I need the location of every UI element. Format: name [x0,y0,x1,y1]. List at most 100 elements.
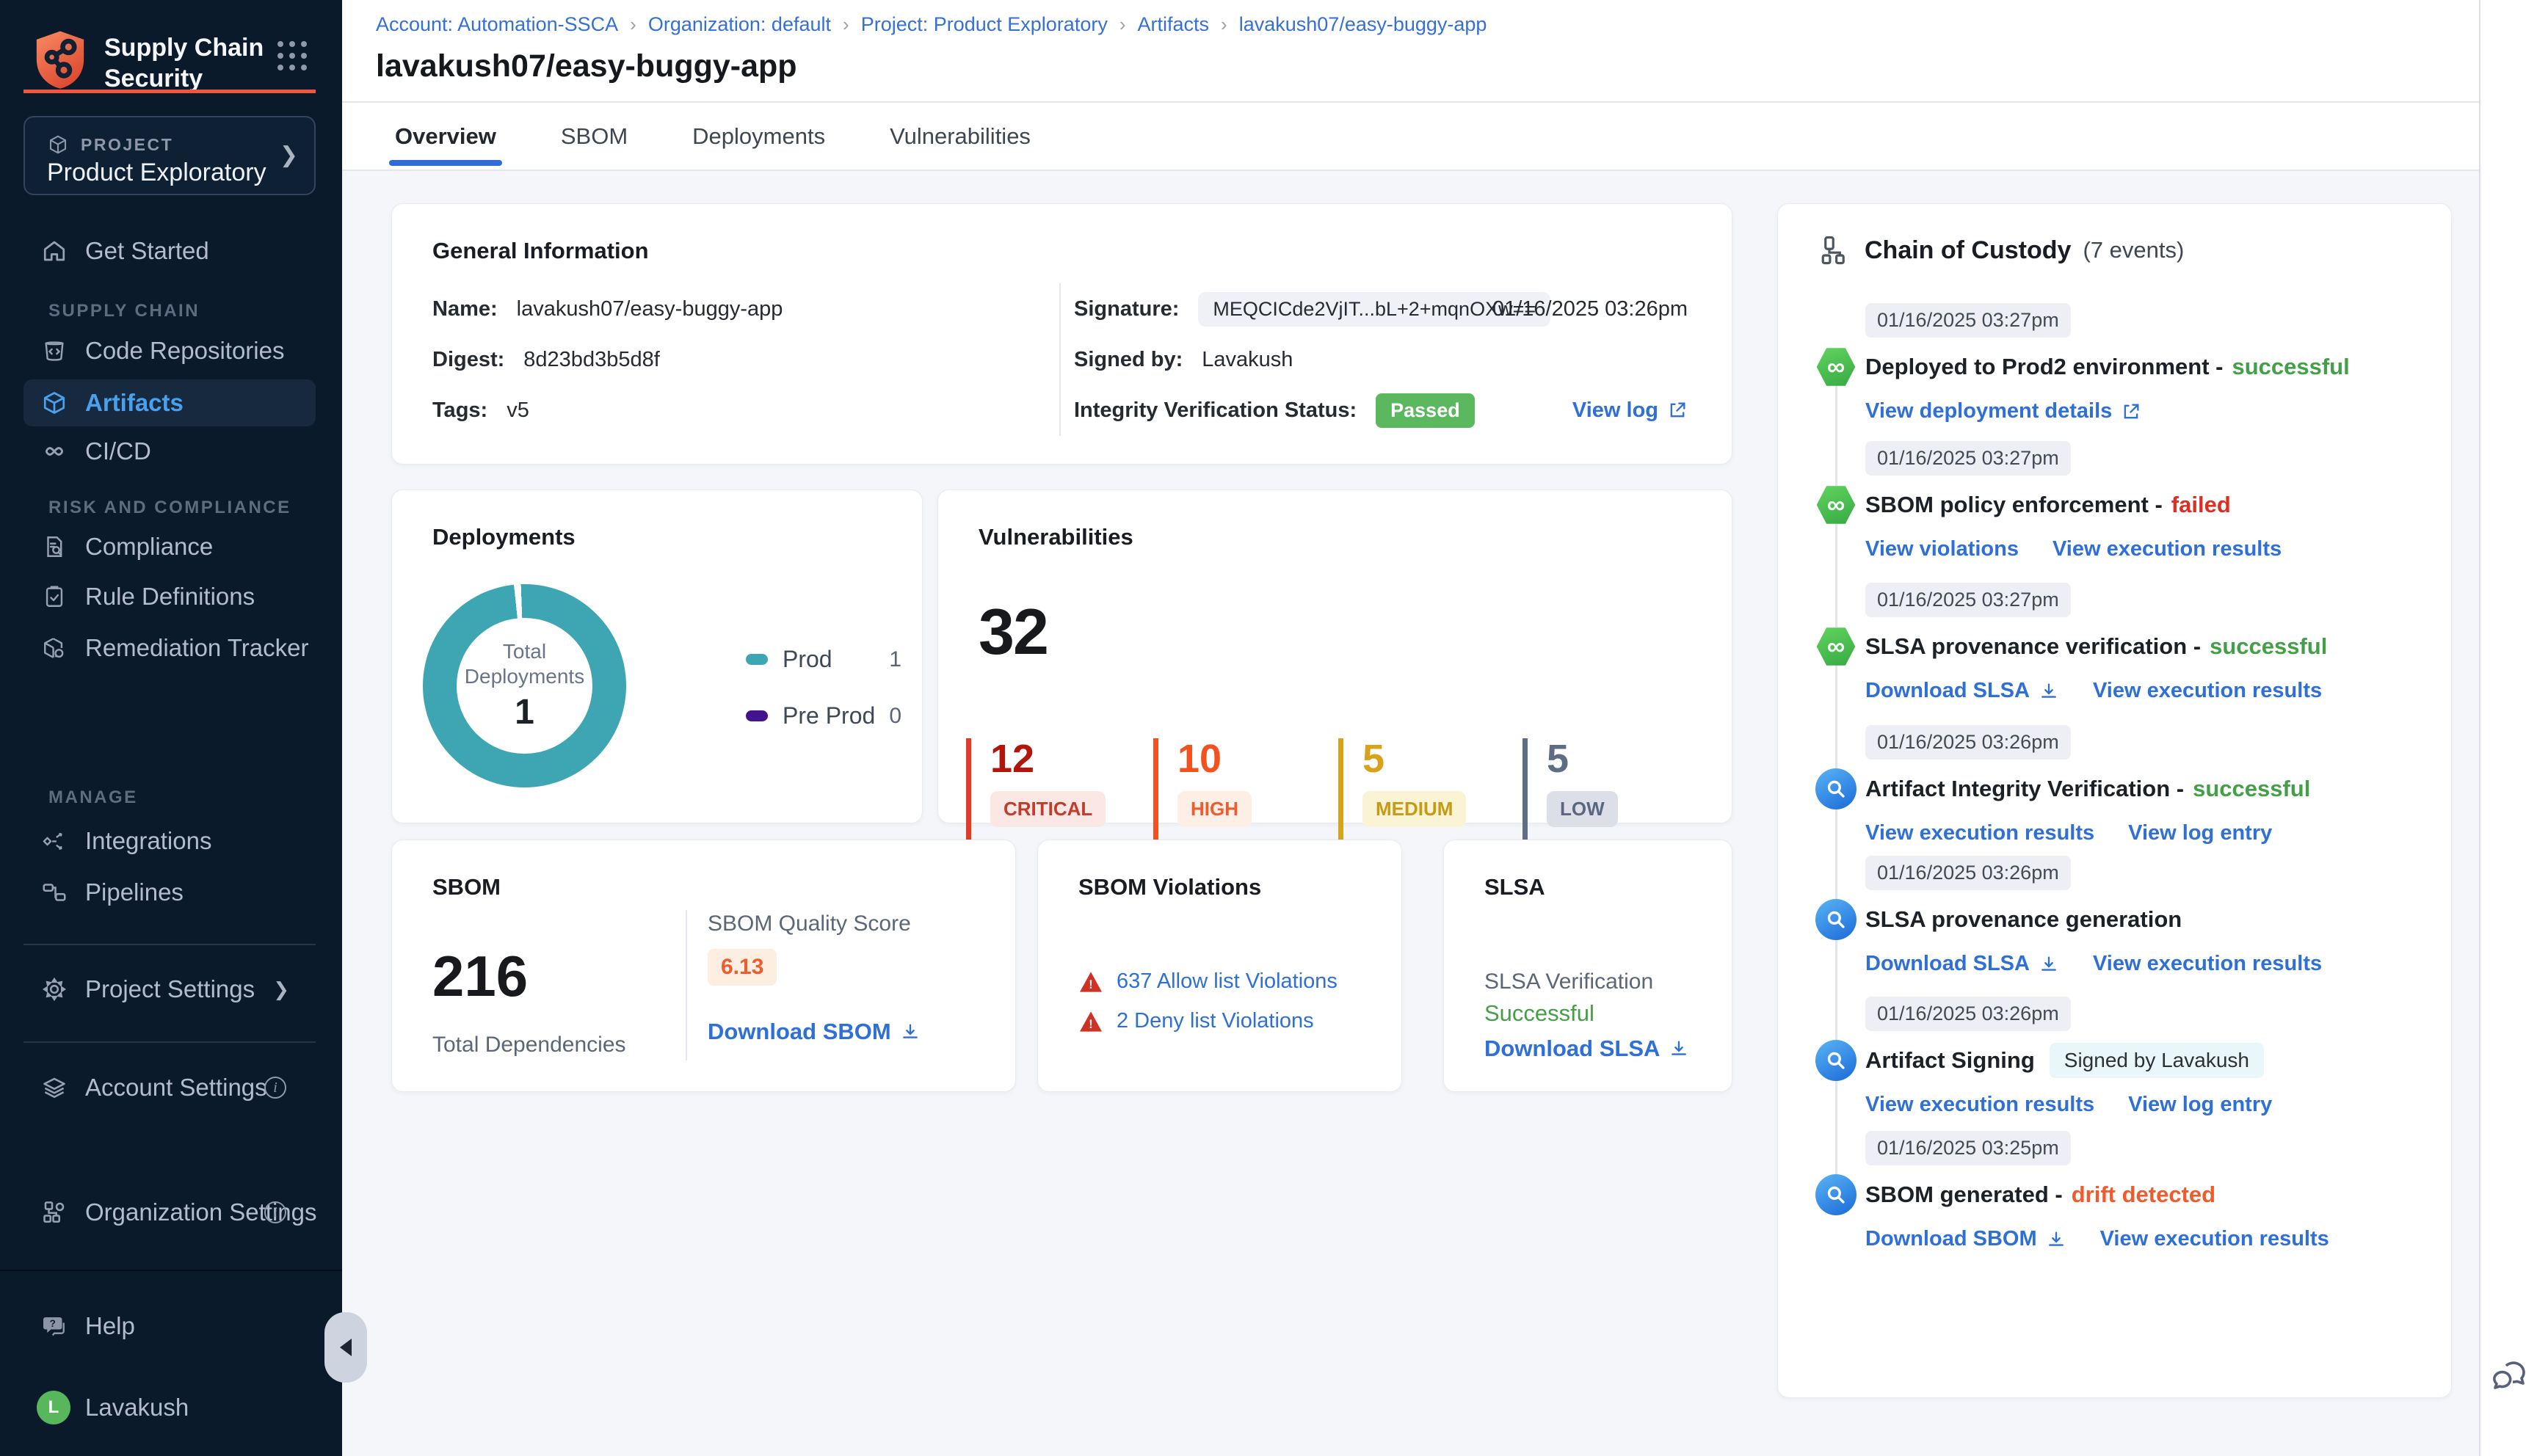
sidebar-item-get-started[interactable]: Get Started [23,228,316,274]
event-timestamp: 01/16/2025 03:26pm [1865,856,2071,890]
breadcrumb-organization[interactable]: Organization: default [648,13,831,36]
severity-medium: 5 MEDIUM [1338,738,1511,848]
sidebar: Supply Chain Security PROJECT Product Ex… [0,0,342,1456]
card-title: Deployments [432,524,576,550]
sidebar-item-compliance[interactable]: Compliance [23,523,316,570]
sidebar-item-cicd[interactable]: CI/CD [23,428,316,475]
svg-text:?: ? [50,1318,56,1329]
divider [1059,283,1061,436]
divider [0,1270,342,1271]
event-status: failed [2171,492,2231,517]
chevron-right-icon: ❯ [279,143,298,167]
sidebar-item-account-settings[interactable]: Account Settings i [23,1064,316,1111]
event-timestamp: 01/16/2025 03:27pm [1865,441,2071,476]
sidebar-item-artifacts[interactable]: Artifacts [23,379,316,426]
sidebar-collapse-handle[interactable] [324,1312,367,1383]
code-repository-icon [41,338,68,364]
svg-text:!: ! [1089,978,1092,991]
sidebar-item-project-settings[interactable]: Project Settings ❯ [23,966,316,1013]
events-count: (7 events) [2083,237,2185,263]
download-sbom-link[interactable]: Download SBOM [708,1019,921,1045]
download-slsa-link[interactable]: Download SLSA [1865,952,2059,976]
sidebar-item-remediation-tracker[interactable]: Remediation Tracker [23,625,316,671]
tab-vulnerabilities[interactable]: Vulnerabilities [890,103,1031,170]
signature-label: Signature: [1074,296,1180,321]
page-title: lavakush07/easy-buggy-app [376,48,797,84]
view-violations-link[interactable]: View violations [1865,537,2019,561]
tab-overview[interactable]: Overview [389,103,502,170]
status-badge: Passed [1376,393,1475,428]
svg-text:!: ! [1089,1017,1092,1030]
cube-icon [49,135,67,154]
app-title: Supply Chain Security [104,34,264,92]
tab-sbom[interactable]: SBOM [561,103,628,170]
sidebar-item-pipelines[interactable]: Pipelines [23,869,316,916]
signed-by-label: Signed by: [1074,347,1183,371]
breadcrumb-account[interactable]: Account: Automation-SSCA [376,13,618,36]
chain-of-custody-icon [1821,236,1845,265]
slsa-card: SLSA SLSA Verification Successful Downlo… [1443,840,1732,1092]
card-title: SBOM [432,874,501,900]
preprod-swatch [746,710,768,721]
breadcrumb-artifacts[interactable]: Artifacts [1138,13,1210,36]
download-slsa-link[interactable]: Download SLSA [1484,1035,1689,1062]
view-execution-results-link[interactable]: View execution results [1865,1093,2094,1117]
account-settings-layers-icon [41,1074,68,1101]
brand-accent-rule [23,90,316,93]
app-logo[interactable]: Supply Chain Security [32,29,264,94]
view-log-link[interactable]: View log [1572,398,1688,423]
info-icon[interactable]: i [264,1077,286,1099]
download-sbom-link[interactable]: Download SBOM [1865,1227,2066,1251]
slsa-verification-status: Successful [1484,1000,1594,1026]
section-manage: MANAGE [48,787,138,807]
view-log-entry-link[interactable]: View log entry [2128,821,2272,845]
tags-label: Tags: [432,398,488,422]
section-supply-chain: SUPPLY CHAIN [48,301,200,321]
sidebar-item-code-repositories[interactable]: Code Repositories [23,327,316,374]
user-menu[interactable]: L Lavakush [23,1384,316,1431]
tab-deployments[interactable]: Deployments [692,103,825,170]
view-log-entry-link[interactable]: View log entry [2128,1093,2272,1117]
sidebar-item-integrations[interactable]: Integrations [23,818,316,864]
card-title: Chain of Custody [1865,236,2072,264]
organization-settings-icon [41,1199,68,1226]
scan-event-icon [1815,1174,1857,1215]
download-slsa-link[interactable]: Download SLSA [1865,679,2059,703]
breadcrumb: Account: Automation-SSCA › Organization: … [376,13,1487,36]
view-execution-results-link[interactable]: View execution results [1865,821,2094,845]
view-execution-results-link[interactable]: View execution results [2093,952,2322,976]
compliance-doc-icon [41,534,68,560]
card-title: General Information [432,238,649,263]
timeline-event: 01/16/2025 03:25pm SBOM generated - drif… [1815,1131,2422,1251]
timeline-event: 01/16/2025 03:26pm Artifact Signing Sign… [1815,997,2422,1117]
warning-icon: ! [1080,971,1102,992]
download-icon [2041,683,2056,698]
pipeline-event-icon: ∞ [1816,348,1856,386]
download-icon [1672,1041,1687,1055]
card-title: Vulnerabilities [979,524,1133,550]
page-header: Account: Automation-SSCA › Organization: … [342,0,2479,103]
allow-list-violations-link[interactable]: 637 Allow list Violations [1117,969,1338,994]
divider [23,1041,316,1043]
main-content: General Information Name: lavakush07/easy… [342,171,2479,1456]
info-icon[interactable]: i [264,1201,286,1223]
breadcrumb-project[interactable]: Project: Product Exploratory [861,13,1108,36]
digest-label: Digest: [432,347,505,371]
view-execution-results-link[interactable]: View execution results [2093,679,2322,703]
project-selector[interactable]: PROJECT Product Exploratory ❯ [23,116,316,195]
view-execution-results-link[interactable]: View execution results [2053,537,2282,561]
sidebar-item-organization-settings[interactable]: Organization Settings i [23,1189,317,1236]
sbom-violations-card: SBOM Violations ! 637 Allow list Violati… [1037,840,1402,1092]
divider [686,910,687,1060]
slsa-verification-label: SLSA Verification [1484,969,1654,994]
right-utility-strip [2479,0,2537,1456]
view-execution-results-link[interactable]: View execution results [2100,1227,2329,1251]
sidebar-item-rule-definitions[interactable]: Rule Definitions [23,573,316,620]
view-deployment-details-link[interactable]: View deployment details [1865,399,2141,423]
sidebar-item-help[interactable]: ? Help [23,1303,316,1350]
deny-list-violations-link[interactable]: 2 Deny list Violations [1117,1009,1314,1033]
download-icon [2041,956,2056,971]
feedback-chat-icon[interactable] [2491,1359,2529,1396]
module-grid-icon[interactable] [277,41,307,70]
breadcrumb-artifact[interactable]: lavakush07/easy-buggy-app [1239,13,1487,36]
